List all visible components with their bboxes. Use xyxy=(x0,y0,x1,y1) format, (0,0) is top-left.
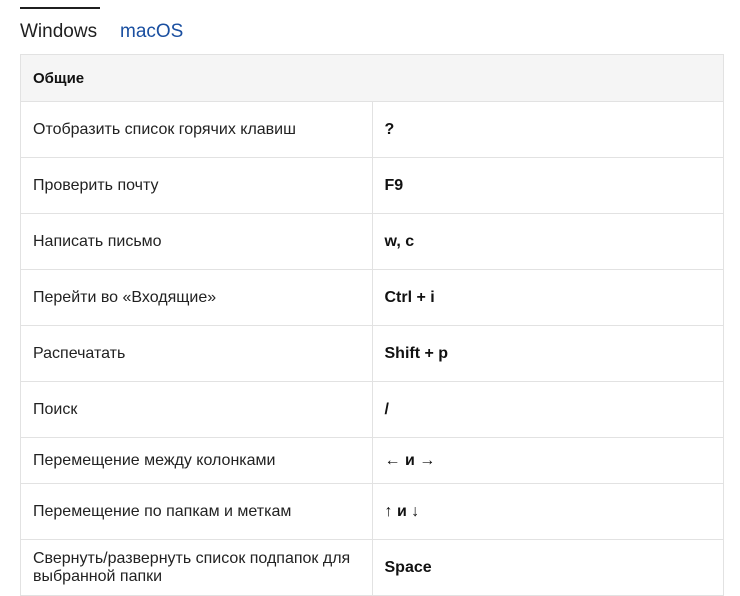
table-row: Проверить почту F9 xyxy=(20,157,724,214)
tab-windows[interactable]: Windows xyxy=(20,7,101,44)
shortcut-cell: ↑ и ↓ xyxy=(371,483,724,540)
tab-macos[interactable]: macOS xyxy=(120,20,183,44)
action-cell: Поиск xyxy=(20,381,373,438)
action-cell: Отобразить список горячих клавиш xyxy=(20,101,373,158)
action-cell: Перейти во «Входящие» xyxy=(20,269,373,326)
table-row: Отобразить список горячих клавиш ? xyxy=(20,101,724,158)
action-cell: Написать письмо xyxy=(20,213,373,270)
shortcut-cell: Space xyxy=(371,539,724,596)
shortcut-cell: / xyxy=(371,381,724,438)
shortcut-cell: Shift + p xyxy=(371,325,724,382)
table-row: Перемещение между колонками ← и → xyxy=(20,437,724,484)
table-row: Написать письмо w, c xyxy=(20,213,724,270)
table-row: Свернуть/развернуть список подпапок для … xyxy=(20,539,724,596)
shortcut-cell: F9 xyxy=(371,157,724,214)
table-row: Распечатать Shift + p xyxy=(20,325,724,382)
shortcut-cell: ← и → xyxy=(371,437,724,484)
action-cell: Свернуть/развернуть список подпапок для … xyxy=(20,539,373,596)
action-cell: Перемещение между колонками xyxy=(20,437,373,484)
table-row: Перемещение по папкам и меткам ↑ и ↓ xyxy=(20,483,724,540)
table-row: Перейти во «Входящие» Ctrl + i xyxy=(20,269,724,326)
group-header: Общие xyxy=(20,54,724,102)
action-cell: Перемещение по папкам и меткам xyxy=(20,483,373,540)
action-cell: Распечатать xyxy=(20,325,373,382)
action-cell: Проверить почту xyxy=(20,157,373,214)
shortcut-cell: w, c xyxy=(371,213,724,270)
shortcut-cell: Ctrl + i xyxy=(371,269,724,326)
os-tabs: Windows macOS xyxy=(20,0,720,52)
shortcuts-table: Общие Отобразить список горячих клавиш ?… xyxy=(20,54,724,596)
table-row: Поиск / xyxy=(20,381,724,438)
shortcut-cell: ? xyxy=(371,101,724,158)
